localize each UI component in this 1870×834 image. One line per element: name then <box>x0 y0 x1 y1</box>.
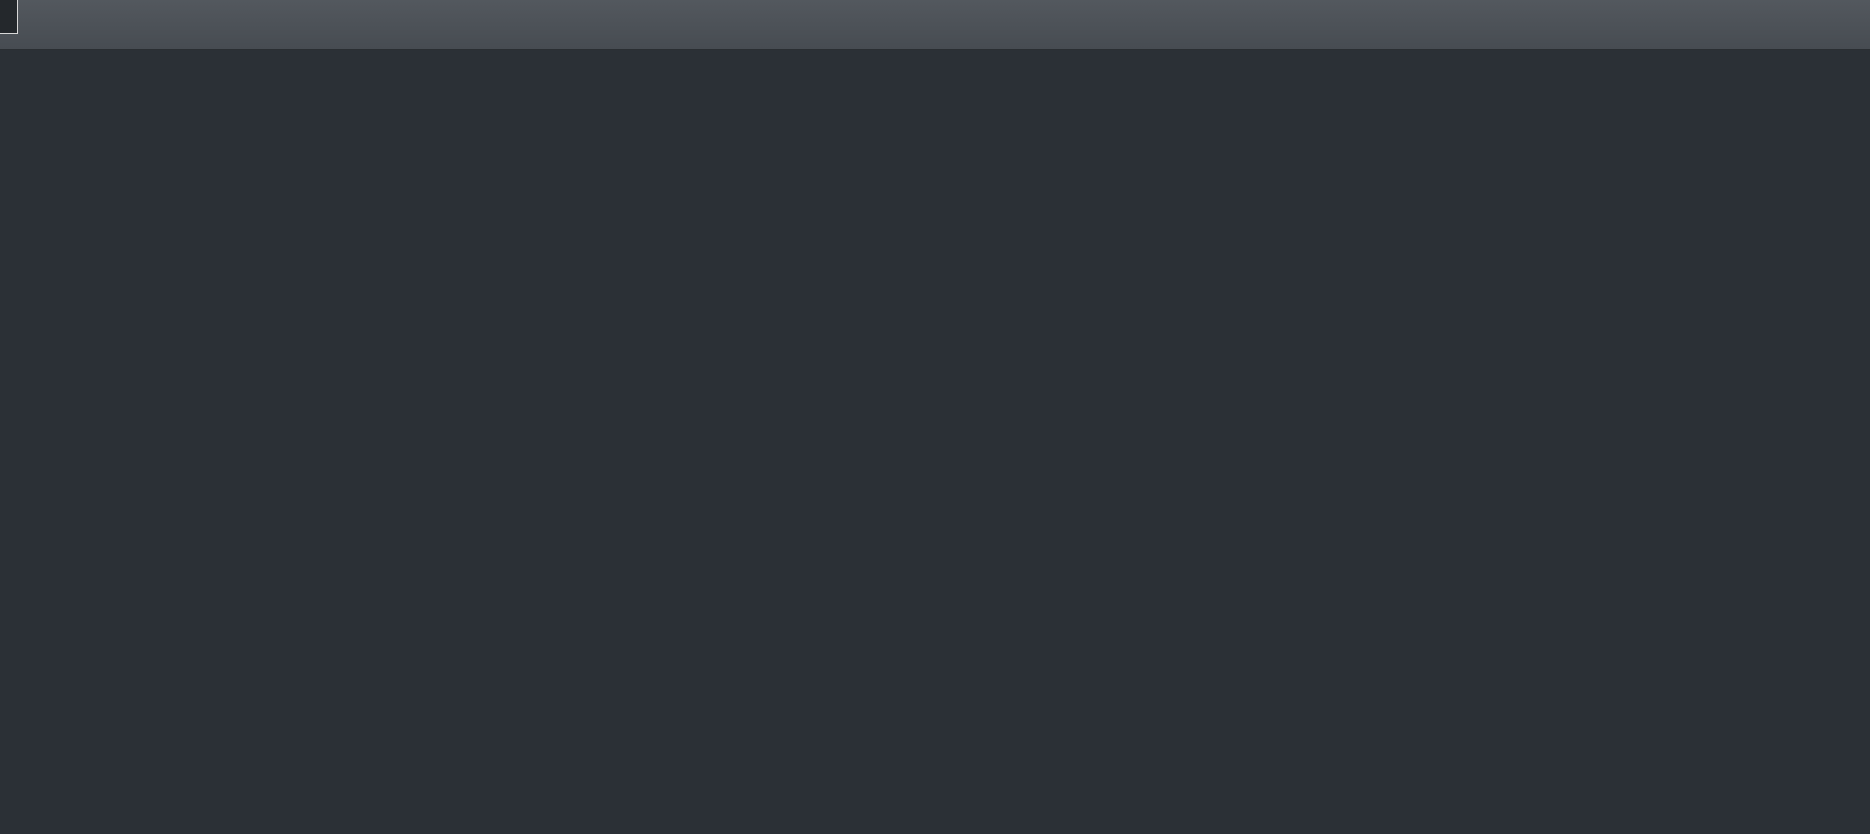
poker-tracker-window: { "stats_tab": { "label": "Stats" }, "ta… <box>0 0 1870 834</box>
results-graph <box>0 93 1870 834</box>
stats-tab[interactable] <box>0 0 18 34</box>
stats-table <box>0 0 1870 93</box>
stats-table-header <box>0 0 1870 50</box>
